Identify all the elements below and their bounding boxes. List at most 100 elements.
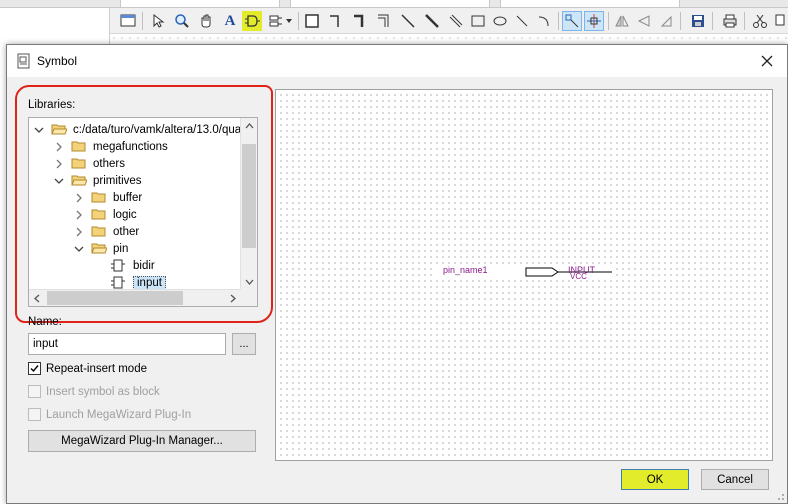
save-icon[interactable]: [688, 11, 708, 31]
diagonal-bus-tool-icon[interactable]: [422, 11, 442, 31]
tree-item-label: buffer: [113, 191, 143, 204]
folder-icon: [91, 226, 106, 237]
flip-horizontal-icon[interactable]: [612, 11, 632, 31]
insert-as-block-checkbox: [28, 385, 41, 398]
megawizard-manager-button[interactable]: MegaWizard Plug-In Manager...: [28, 430, 256, 452]
repeat-insert-checkbox-row[interactable]: Repeat-insert mode: [28, 362, 147, 375]
tree-item-buffer[interactable]: buffer: [73, 189, 142, 206]
cancel-button[interactable]: Cancel: [701, 469, 769, 490]
window-icon[interactable]: [118, 11, 138, 31]
dialog-title: Symbol: [37, 54, 78, 68]
flip-vertical-icon[interactable]: [634, 11, 654, 31]
diagonal-conduit-tool-icon[interactable]: [446, 11, 466, 31]
tree-item-root[interactable]: c:/data/turo/vamk/altera/13.0/quar: [33, 121, 245, 138]
symbol-dialog-icon: [16, 53, 32, 69]
tree-item-bidir[interactable]: bidir: [111, 257, 155, 274]
oval-tool-icon[interactable]: [490, 11, 510, 31]
ok-button[interactable]: OK: [621, 469, 689, 490]
chevron-right-icon[interactable]: [53, 158, 65, 170]
libraries-label: Libraries:: [28, 99, 76, 111]
folder-icon: [71, 158, 86, 169]
symbol-preview-canvas: pin_name1 INPUT VCC: [275, 89, 773, 461]
tree-vertical-scrollbar[interactable]: [240, 118, 257, 290]
vertical-scroll-thumb[interactable]: [242, 144, 256, 248]
resize-grip-icon[interactable]: [775, 491, 785, 501]
chevron-right-icon[interactable]: [73, 226, 85, 238]
tree-item-label: primitives: [93, 174, 142, 187]
background-document-tabs: [0, 0, 788, 8]
tree-item-label: pin: [113, 242, 129, 255]
tree-item-label-selected: input: [133, 275, 166, 290]
open-folder-icon: [91, 243, 107, 254]
launch-megawizard-checkbox: [28, 408, 41, 421]
scroll-right-icon[interactable]: [224, 290, 240, 306]
dialog-titlebar: Symbol: [7, 45, 787, 77]
open-folder-icon: [71, 175, 87, 186]
tree-item-label: c:/data/turo/vamk/altera/13.0/quar: [73, 123, 245, 136]
checkmark-icon: [30, 365, 39, 373]
chevron-down-icon[interactable]: [73, 243, 85, 255]
scroll-left-icon[interactable]: [29, 290, 45, 306]
zoom-tool-icon[interactable]: [172, 11, 192, 31]
chevron-down-icon[interactable]: [33, 124, 45, 136]
libraries-tree[interactable]: c:/data/turo/vamk/altera/13.0/quar megaf…: [28, 117, 258, 307]
copy-icon[interactable]: [772, 11, 788, 31]
repeat-insert-checkbox[interactable]: [28, 362, 41, 375]
rotate-icon[interactable]: [656, 11, 676, 31]
rectangle-tool-icon[interactable]: [468, 11, 488, 31]
launch-megawizard-label: Launch MegaWizard Plug-In: [46, 408, 192, 421]
horizontal-scroll-thumb[interactable]: [47, 291, 183, 305]
folder-icon: [91, 192, 106, 203]
insert-as-block-label: Insert symbol as block: [46, 385, 160, 398]
input-pin-symbol: [436, 264, 614, 280]
print-icon[interactable]: [720, 11, 740, 31]
name-input[interactable]: [28, 333, 226, 355]
symbol-file-icon: [111, 276, 125, 289]
diagonal-node-tool-icon[interactable]: [398, 11, 418, 31]
tree-horizontal-scrollbar[interactable]: [29, 289, 241, 306]
symbol-tool-icon[interactable]: [242, 11, 262, 31]
arc-tool-icon[interactable]: [534, 11, 554, 31]
hand-tool-icon[interactable]: [196, 11, 216, 31]
tree-item-other[interactable]: other: [73, 223, 139, 240]
pin-tool-icon[interactable]: [266, 11, 286, 31]
folder-icon: [91, 209, 106, 220]
orthogonal-conduit-tool-icon[interactable]: [374, 11, 394, 31]
name-label: Name:: [28, 316, 62, 328]
browse-button[interactable]: ...: [232, 333, 256, 355]
pin-name-label: pin_name1: [443, 265, 488, 275]
symbol-dialog: Symbol Libraries: c:/data/turo/vamk/alte…: [6, 44, 788, 504]
cut-icon[interactable]: [750, 11, 770, 31]
tree-item-label: megafunctions: [93, 140, 168, 153]
scroll-up-icon[interactable]: [241, 118, 257, 134]
text-tool-icon[interactable]: A: [220, 11, 240, 31]
block-editor-toolbar: A: [110, 8, 788, 34]
background-tab[interactable]: [500, 0, 680, 8]
tree-item-others[interactable]: others: [53, 155, 125, 172]
line-tool-icon[interactable]: [512, 11, 532, 31]
tree-item-label: other: [113, 225, 140, 238]
launch-megawizard-checkbox-row: Launch MegaWizard Plug-In: [28, 408, 191, 421]
chevron-right-icon[interactable]: [53, 141, 65, 153]
orthogonal-bus-tool-icon[interactable]: [350, 11, 370, 31]
tree-item-megafunctions[interactable]: megafunctions: [53, 138, 168, 155]
partial-line-selection-icon[interactable]: [562, 11, 582, 31]
selection-tool-icon[interactable]: [148, 11, 168, 31]
chevron-down-icon[interactable]: [284, 11, 294, 31]
insert-as-block-checkbox-row: Insert symbol as block: [28, 385, 160, 398]
chevron-right-icon[interactable]: [73, 192, 85, 204]
tree-item-pin[interactable]: pin: [73, 240, 128, 257]
symbol-file-icon: [111, 259, 125, 272]
block-tool-icon[interactable]: [302, 11, 322, 31]
background-tab[interactable]: [290, 0, 490, 8]
chevron-down-icon[interactable]: [53, 175, 65, 187]
tree-item-label: logic: [113, 208, 137, 221]
tree-item-primitives[interactable]: primitives: [53, 172, 142, 189]
close-icon[interactable]: [757, 51, 777, 71]
tree-item-logic[interactable]: logic: [73, 206, 137, 223]
background-tab[interactable]: [120, 0, 280, 8]
rubberbanding-icon[interactable]: [584, 11, 604, 31]
orthogonal-node-tool-icon[interactable]: [326, 11, 346, 31]
chevron-right-icon[interactable]: [73, 209, 85, 221]
scroll-down-icon[interactable]: [241, 273, 257, 289]
